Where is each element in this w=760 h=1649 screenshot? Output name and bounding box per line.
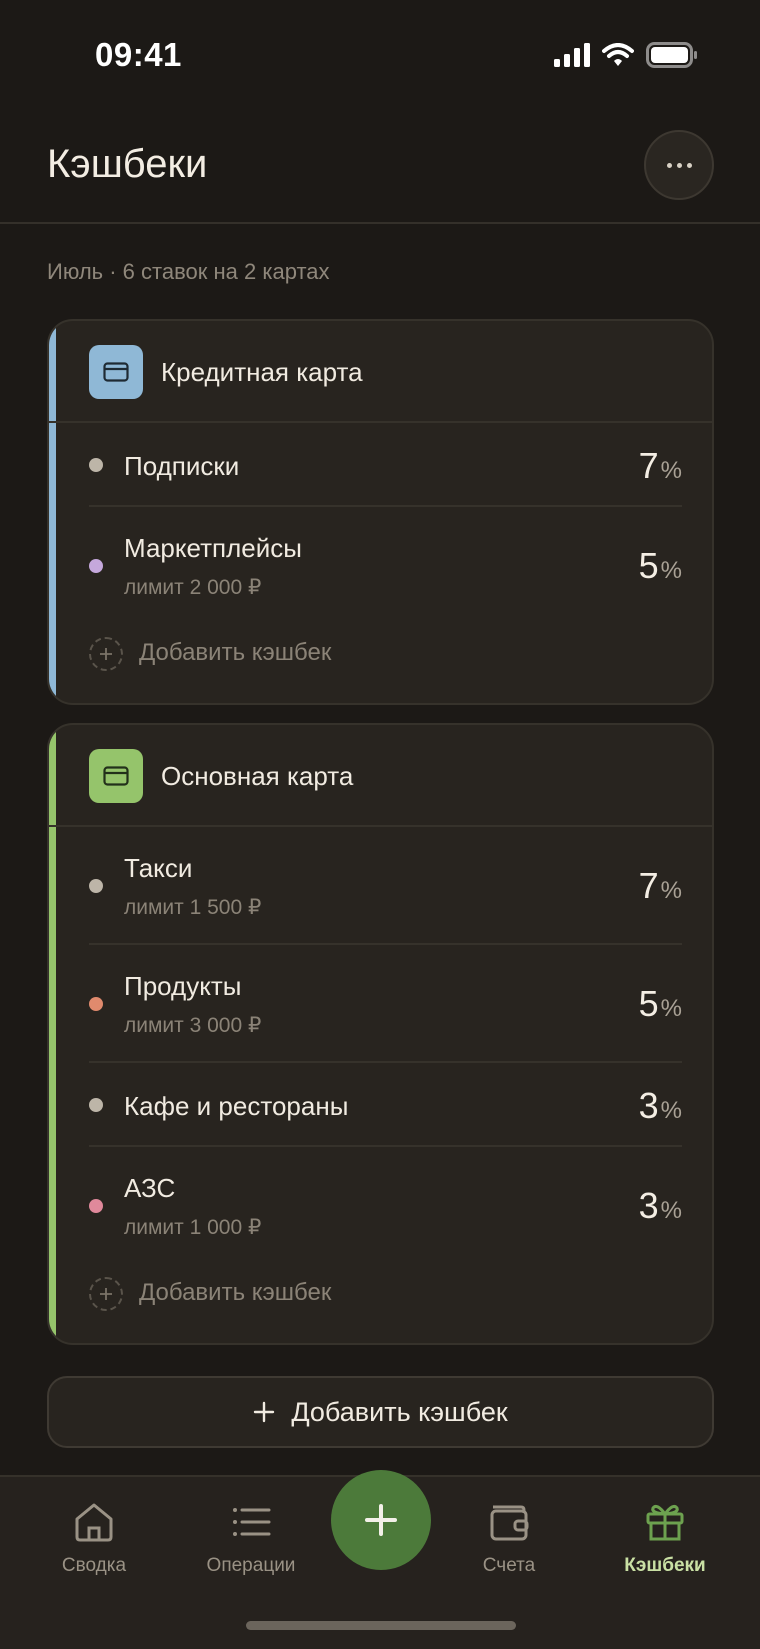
category-limit: лимит 1 500 ₽ [124,896,262,919]
category-dot [89,1098,103,1112]
category-dot [89,879,103,893]
category-label: АЗС [124,1173,176,1203]
cashback-rate: 3% [638,1085,682,1126]
category-label: Маркетплейсы [124,533,302,563]
tab-label: Счета [482,1555,536,1576]
cashback-rate: 3% [638,1185,682,1226]
card-name: Кредитная карта [161,357,363,387]
category-dot [89,559,103,573]
add-cashback-button-label: Добавить кэшбек [291,1396,508,1427]
category-label: Кафе и рестораны [124,1091,349,1121]
cashback-rate: 5% [638,545,682,586]
add-cashback-label: Добавить кэшбек [139,639,332,666]
gift-icon [646,1505,684,1541]
plus-icon [89,1277,123,1311]
tab-summary[interactable]: Сводка [24,1501,164,1577]
card-name: Основная карта [161,761,354,791]
status-icons [554,42,698,68]
tab-label: Кэшбеки [624,1555,706,1576]
category-dot [89,1199,103,1213]
category-dot [89,458,103,472]
status-time: 09:41 [95,36,182,73]
plus-icon [365,1504,397,1536]
card-header[interactable]: Кредитная карта [49,321,712,423]
cashback-row[interactable]: Кафе и рестораны 3% [89,1063,682,1147]
wifi-icon [602,43,634,66]
cashback-row[interactable]: Такси лимит 1 500 ₽ 7% [89,827,682,945]
signal-icon [554,43,590,67]
wallet-icon [490,1505,529,1541]
tab-cashback[interactable]: Кэшбеки [595,1501,735,1577]
credit-card-icon [89,749,143,803]
category-limit: лимит 1 000 ₽ [124,1216,262,1239]
add-cashback-label: Добавить кэшбек [139,1279,332,1306]
plus-icon [254,1401,275,1423]
tab-label: Сводка [61,1555,127,1576]
card-main: Основная карта Такси лимит 1 500 ₽ 7% Пр… [47,723,714,1345]
cashback-row[interactable]: АЗС лимит 1 000 ₽ 3% [89,1147,682,1265]
cashback-row[interactable]: Продукты лимит 3 000 ₽ 5% [89,945,682,1063]
tab-label: Операции [206,1555,296,1576]
card-credit: Кредитная карта Подписки 7% Маркетплейсы… [47,319,714,705]
add-operation-fab[interactable] [331,1470,431,1570]
page-title: Кэшбеки [47,142,208,186]
plus-icon [89,637,123,671]
category-label: Продукты [124,971,242,1001]
tab-accounts[interactable]: Счета [439,1501,579,1577]
cashback-row[interactable]: Маркетплейсы лимит 2 000 ₽ 5% [89,507,682,625]
battery-icon [646,42,697,68]
category-label: Такси [124,853,193,883]
add-cashback-inline[interactable]: Добавить кэшбек [89,625,712,697]
credit-card-icon [89,345,143,399]
category-limit: лимит 3 000 ₽ [124,1014,262,1037]
tab-operations[interactable]: Операции [181,1501,321,1577]
list-icon [233,1508,271,1536]
add-cashback-inline[interactable]: Добавить кэшбек [89,1265,712,1337]
category-dot [89,997,103,1011]
status-bar: 09:41 [0,0,760,110]
cashback-row[interactable]: Подписки 7% [89,423,682,507]
cashback-rate: 7% [638,445,682,486]
home-indicator [246,1621,516,1630]
cashback-rate: 7% [638,865,682,906]
cashback-rate: 5% [638,983,682,1024]
header: Кэшбеки [0,118,760,224]
card-header[interactable]: Основная карта [49,725,712,827]
more-icon [666,162,692,168]
add-cashback-button[interactable]: Добавить кэшбек [47,1376,714,1448]
category-label: Подписки [124,451,240,481]
period-summary: Июль · 6 ставок на 2 картах [47,259,330,284]
category-limit: лимит 2 000 ₽ [124,576,262,599]
more-button[interactable] [644,130,714,200]
home-icon [75,1503,113,1542]
